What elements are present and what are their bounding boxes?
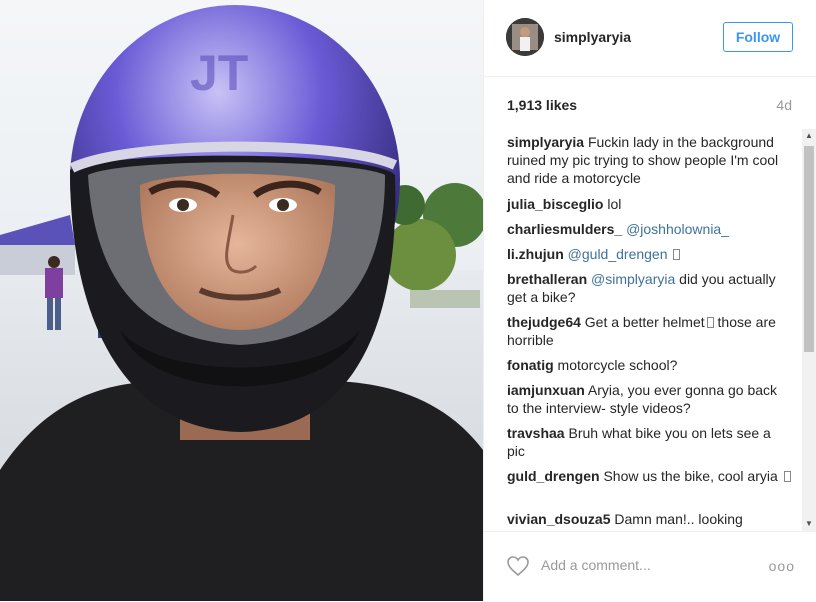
avatar-image: [506, 18, 544, 56]
selfie-image: JT: [0, 0, 483, 601]
post-footer: Add a comment... ooo: [484, 531, 816, 602]
more-options-icon[interactable]: ooo: [769, 558, 795, 574]
post-sidebar: simplyaryia Follow 1,913 likes 4d simply…: [483, 0, 816, 601]
scroll-down-arrow-icon[interactable]: ▼: [802, 517, 816, 531]
post-username[interactable]: simplyaryia: [554, 29, 631, 45]
comment-item: julia_bisceglio lol: [507, 195, 792, 213]
post-photo[interactable]: JT: [0, 0, 483, 601]
comment-text: Get a better helmet: [584, 314, 705, 330]
comment-author[interactable]: charliesmulders_: [507, 221, 622, 237]
follow-button[interactable]: Follow: [723, 22, 793, 52]
comment-item: iamjunxuan Aryia, you ever gonna go back…: [507, 381, 792, 417]
comment-mention[interactable]: @guld_drengen: [568, 246, 668, 262]
comment-author[interactable]: brethalleran: [507, 271, 587, 287]
comment-list: simplyaryia Fuckin lady in the backgroun…: [484, 131, 800, 531]
emoji-placeholder-icon: [783, 471, 791, 482]
comment-item: travshaa Bruh what bike you on lets see …: [507, 424, 792, 460]
comment-text: lol: [607, 196, 622, 212]
comment-scrollbar[interactable]: ▲ ▼: [802, 129, 816, 531]
comment-author[interactable]: vivian_dsouza5: [507, 511, 611, 527]
comment-item: brethalleran @simplyaryia did you actual…: [507, 270, 792, 306]
comment-author[interactable]: julia_bisceglio: [507, 196, 603, 212]
scroll-up-arrow-icon[interactable]: ▲: [802, 129, 816, 143]
comment-author[interactable]: travshaa: [507, 425, 565, 441]
add-comment-input[interactable]: Add a comment...: [541, 557, 651, 573]
svg-text:JT: JT: [190, 45, 248, 101]
comment-author[interactable]: guld_drengen: [507, 468, 600, 484]
comment-author[interactable]: iamjunxuan: [507, 382, 585, 398]
scroll-thumb[interactable]: [804, 146, 814, 352]
comment-author[interactable]: thejudge64: [507, 314, 581, 330]
emoji-placeholder-icon: [673, 249, 681, 260]
comment-text: motorcycle school?: [557, 357, 678, 373]
comment-author[interactable]: li.zhujun: [507, 246, 564, 262]
comment-item: fonatig motorcycle school?: [507, 356, 792, 374]
comment-author[interactable]: simplyaryia: [507, 134, 584, 150]
comment-item: vivian_dsouza5 Damn man!.. looking: [507, 510, 792, 528]
comment-mention[interactable]: @joshholownia_: [626, 221, 729, 237]
like-count[interactable]: 1,913 likes: [507, 97, 577, 113]
comment-item: charliesmulders_ @joshholownia_: [507, 220, 792, 238]
heart-icon[interactable]: [506, 554, 530, 578]
comment-item: guld_drengen Show us the bike, cool aryi…: [507, 467, 792, 485]
comment-text: Damn man!.. looking: [614, 511, 743, 527]
emoji-placeholder-icon: [706, 317, 714, 328]
comment-mention[interactable]: @simplyaryia: [591, 271, 675, 287]
post-header: simplyaryia Follow: [484, 0, 816, 77]
comment-item: thejudge64 Get a better helmet those are…: [507, 313, 792, 349]
post-age[interactable]: 4d: [776, 97, 792, 113]
avatar[interactable]: [506, 18, 544, 56]
comment-item: li.zhujun @guld_drengen: [507, 245, 792, 263]
comment-author[interactable]: fonatig: [507, 357, 554, 373]
post-modal: JT simplyaryia Follow 1,913 likes 4d sim…: [0, 0, 816, 601]
comment-caption: simplyaryia Fuckin lady in the backgroun…: [507, 133, 792, 187]
comment-text: Show us the bike, cool aryia: [603, 468, 778, 484]
